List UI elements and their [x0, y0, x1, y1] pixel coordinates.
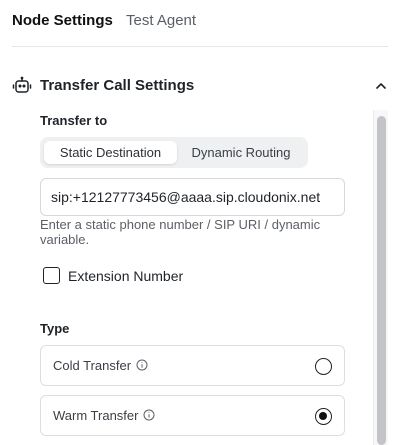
radio-selected-dot	[319, 412, 327, 420]
cold-transfer-option[interactable]: Cold Transfer	[40, 345, 345, 386]
checkbox-box[interactable]	[43, 267, 60, 284]
tab-test-agent[interactable]: Test Agent	[126, 12, 196, 30]
extension-number-checkbox[interactable]: Extension Number	[43, 266, 243, 286]
chevron-up-icon[interactable]	[374, 79, 388, 93]
extension-number-label: Extension Number	[68, 268, 184, 284]
tabs-divider	[12, 46, 388, 47]
warm-transfer-radio[interactable]	[315, 408, 332, 425]
section-title: Transfer Call Settings	[40, 77, 195, 94]
destination-helper-text: Enter a static phone number / SIP URI / …	[40, 217, 321, 247]
tab-node-settings[interactable]: Node Settings	[12, 12, 113, 30]
transfer-call-settings-header[interactable]: Transfer Call Settings	[12, 74, 392, 98]
robot-icon	[12, 76, 32, 93]
settings-tabs: Node Settings Test Agent	[0, 0, 400, 47]
warm-transfer-option[interactable]: Warm Transfer	[40, 395, 345, 436]
scrollbar-thumb[interactable]	[377, 116, 386, 445]
segment-static-destination[interactable]: Static Destination	[44, 141, 177, 164]
segment-dynamic-routing[interactable]: Dynamic Routing	[178, 141, 304, 164]
cold-transfer-label: Cold Transfer	[53, 358, 132, 373]
transfer-to-label: Transfer to	[40, 113, 108, 128]
type-label: Type	[40, 321, 70, 336]
warm-transfer-label: Warm Transfer	[53, 408, 139, 423]
transfer-destination-input[interactable]	[40, 178, 345, 216]
info-icon	[143, 409, 155, 421]
cold-transfer-radio[interactable]	[315, 358, 332, 375]
transfer-mode-toggle: Static Destination Dynamic Routing	[40, 137, 308, 168]
info-icon	[136, 359, 148, 371]
